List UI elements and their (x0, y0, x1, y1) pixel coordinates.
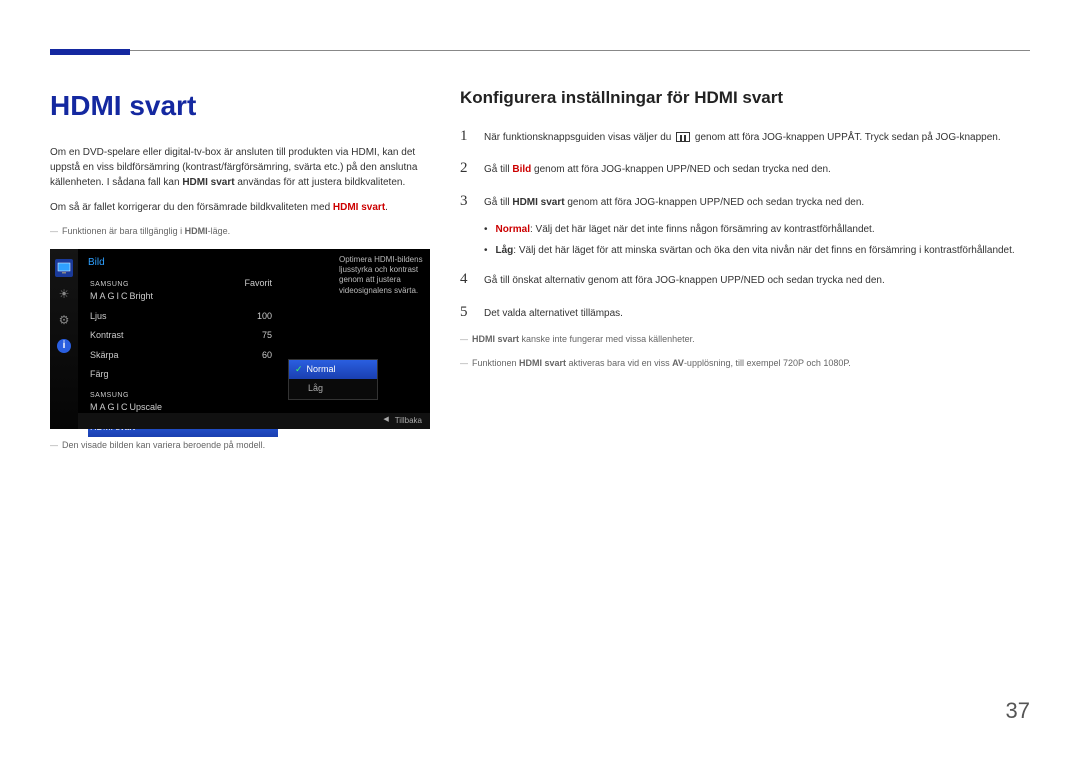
step-body: Gå till Bild genom att föra JOG-knappen … (484, 162, 1030, 177)
osd-row-skarpa: Skärpa 60 (88, 346, 278, 366)
osd-popup-option-lag: Låg (289, 379, 377, 399)
osd-label: Kontrast (90, 329, 124, 343)
right-column: Konfigurera inställningar för HDMI svart… (460, 85, 1030, 462)
bold-term: HDMI svart (182, 177, 234, 188)
magic-suffix: Upscale (130, 402, 163, 412)
step-number: 4 (460, 268, 472, 291)
bold-term: AV (672, 358, 684, 368)
page-number: 37 (1006, 694, 1030, 727)
osd-row-ljus: Ljus 100 (88, 307, 278, 327)
step-3: 3 Gå till HDMI svart genom att föra JOG-… (460, 190, 1030, 213)
osd-value: 75 (262, 329, 272, 343)
text: användas för att justera bildkvaliteten. (235, 177, 406, 188)
bullet-lag: Låg: Välj det här läget för att minska s… (484, 243, 1030, 258)
check-icon: ✓ (295, 363, 303, 377)
option-label: Låg (308, 382, 323, 396)
bold-term: HDMI svart (512, 197, 564, 208)
left-column: HDMI svart Om en DVD-spelare eller digit… (50, 85, 430, 462)
osd-label: Skärpa (90, 349, 119, 363)
note-hdmi-mode: Funktionen är bara tillgänglig i HDMI-lä… (50, 225, 430, 239)
step-body: Gå till HDMI svart genom att föra JOG-kn… (484, 195, 1030, 210)
osd-main: Bild SAMSUNGMAGICBright Favorit Ljus 100… (78, 249, 430, 429)
osd-value: Favorit (244, 277, 272, 304)
step-2: 2 Gå till Bild genom att föra JOG-knappe… (460, 157, 1030, 180)
text: Gå till (484, 197, 512, 208)
step-number: 1 (460, 125, 472, 148)
step-body: När funktionsknappsguiden visas väljer d… (484, 130, 1030, 145)
osd-label: Färg (90, 368, 109, 382)
bullet-normal: Normal: Välj det här läget när det inte … (484, 222, 1030, 237)
page: HDMI svart Om en DVD-spelare eller digit… (0, 0, 1080, 462)
step-number: 2 (460, 157, 472, 180)
triangle-left-icon: ◀ (383, 415, 388, 426)
sun-icon: ☀ (55, 285, 73, 303)
intro-para-1: Om en DVD-spelare eller digital-tv-box ä… (50, 145, 430, 190)
step-number: 3 (460, 190, 472, 213)
intro-para-2: Om så är fallet korrigerar du den försäm… (50, 200, 430, 215)
osd-row-bright: SAMSUNGMAGICBright Favorit (88, 274, 278, 307)
osd-popup: ✓ Normal Låg (288, 359, 378, 400)
steps-list: 1 När funktionsknappsguiden visas väljer… (460, 125, 1030, 213)
steps-list-cont: 4 Gå till önskat alternativ genom att fö… (460, 268, 1030, 323)
text: -läge. (208, 226, 231, 236)
magic-prefix: SAMSUNG (90, 281, 129, 288)
text: genom att föra JOG-knappen UPPÅT. Tryck … (692, 132, 1001, 143)
option-label: Normal (307, 363, 336, 377)
osd-description: Optimera HDMI-bildens ljusstyrka och kon… (339, 255, 424, 297)
text: : Välj det här läget för att minska svär… (513, 245, 1014, 256)
bold-term: Låg (496, 245, 514, 256)
section-title: Konfigurera inställningar för HDMI svart (460, 85, 1030, 111)
page-title: HDMI svart (50, 85, 430, 127)
text: . (385, 202, 388, 213)
osd-label: Ljus (90, 310, 107, 324)
osd-footer: ◀ Tillbaka (78, 413, 430, 429)
step-1: 1 När funktionsknappsguiden visas väljer… (460, 125, 1030, 148)
step-body: Gå till önskat alternativ genom att föra… (484, 273, 1030, 288)
step-number: 5 (460, 301, 472, 324)
osd-popup-option-normal: ✓ Normal (289, 360, 377, 380)
back-label: Tillbaka (395, 415, 422, 427)
top-rule (130, 50, 1030, 51)
note-resolution: Funktionen HDMI svart aktiveras bara vid… (460, 357, 1030, 371)
text: När funktionsknappsguiden visas väljer d… (484, 132, 674, 143)
caption-text: Den visade bilden kan variera beroende p… (62, 439, 265, 453)
text: genom att föra JOG-knappen UPP/NED och s… (565, 197, 865, 208)
gear-icon: ⚙ (55, 311, 73, 329)
step-4: 4 Gå till önskat alternativ genom att fö… (460, 268, 1030, 291)
osd-row-farg: Färg (88, 365, 278, 385)
menu-icon (676, 132, 690, 142)
monitor-icon (55, 259, 73, 277)
text: Om så är fallet korrigerar du den försäm… (50, 202, 333, 213)
text: kanske inte fungerar med vissa källenhet… (519, 334, 695, 344)
osd-screenshot: ☀ ⚙ i Bild SAMSUNGMAGICBright Favorit (50, 249, 430, 429)
osd-value: 60 (262, 349, 272, 363)
osd-sidebar: ☀ ⚙ i (50, 249, 78, 429)
osd-row-kontrast: Kontrast 75 (88, 326, 278, 346)
red-term: HDMI svart (333, 202, 385, 213)
text: Funktionen (472, 358, 519, 368)
osd-value: 100 (257, 310, 272, 324)
step-body: Det valda alternativet tillämpas. (484, 306, 1030, 321)
info-icon: i (55, 337, 73, 355)
accent-bar (50, 49, 130, 55)
bold-term: HDMI svart (519, 358, 566, 368)
red-term: Bild (512, 164, 531, 175)
magic-suffix: Bright (130, 291, 154, 301)
bold-term: HDMI svart (472, 334, 519, 344)
text: genom att föra JOG-knappen UPP/NED och s… (531, 164, 831, 175)
text: Gå till (484, 164, 512, 175)
text: aktiveras bara vid en viss (566, 358, 672, 368)
text: : Välj det här läget när det inte finns … (530, 224, 875, 235)
step-5: 5 Det valda alternativet tillämpas. (460, 301, 1030, 324)
caption-note: Den visade bilden kan variera beroende p… (50, 439, 430, 453)
text: Funktionen är bara tillgänglig i (62, 226, 185, 236)
columns: HDMI svart Om en DVD-spelare eller digit… (50, 85, 1030, 462)
note-sources: HDMI svart kanske inte fungerar med viss… (460, 333, 1030, 347)
text: -upplösning, till exempel 720P och 1080P… (684, 358, 851, 368)
magic-prefix: SAMSUNG (90, 392, 129, 399)
option-bullets: Normal: Välj det här läget när det inte … (460, 222, 1030, 258)
bold-term: HDMI (185, 226, 208, 236)
red-term: Normal (496, 224, 530, 235)
